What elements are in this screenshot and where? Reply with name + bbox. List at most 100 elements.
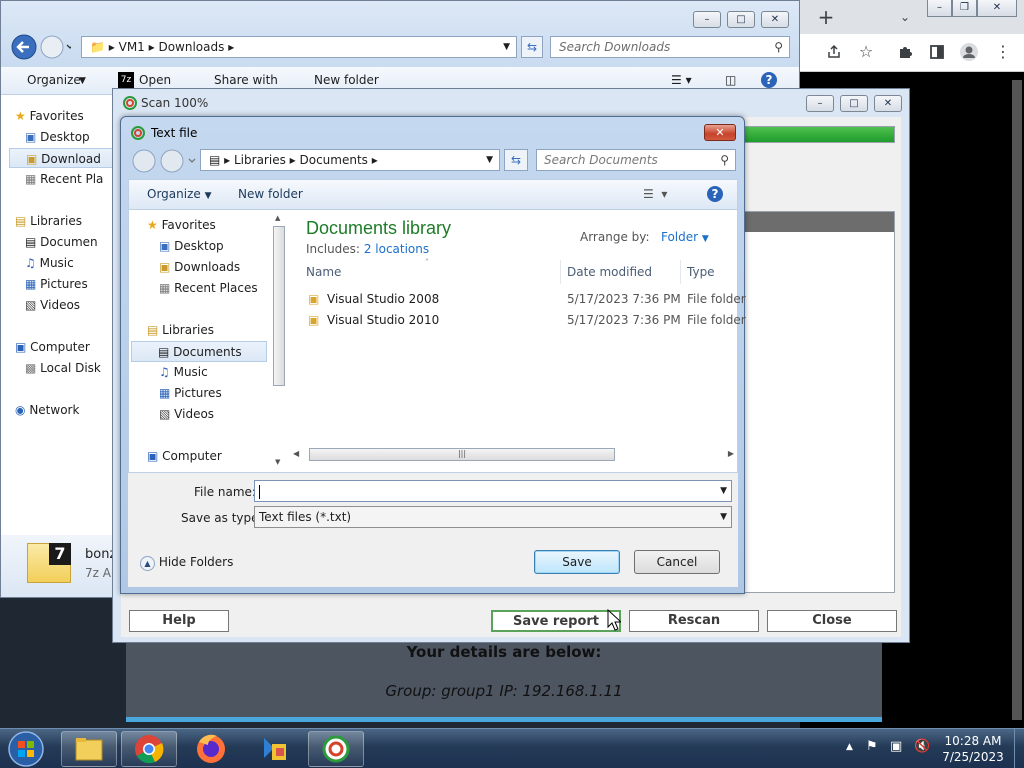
dialog-organize-button[interactable]: Organize ▼ — [147, 187, 212, 201]
nav-desktop[interactable]: ▣ Desktop — [25, 127, 90, 147]
bookmark-star-icon[interactable]: ☆ — [853, 39, 879, 65]
scroll-right-icon[interactable]: ▶ — [728, 449, 734, 458]
refresh-icon[interactable]: ⇆ — [504, 149, 528, 171]
chevron-down-icon[interactable]: ▼ — [720, 481, 727, 501]
tree-downloads[interactable]: ▣ Downloads — [159, 257, 240, 278]
nav-favorites[interactable]: ★ Favorites — [15, 106, 84, 126]
rescan-button[interactable]: Rescan — [629, 610, 759, 632]
file-list-hscrollbar[interactable]: ◀ ||| ▶ — [289, 446, 738, 463]
scan-close-button[interactable]: ✕ — [874, 95, 902, 112]
breadcrumb-documents[interactable]: Documents — [299, 153, 367, 167]
breadcrumb-vm1[interactable]: VM1 — [119, 40, 145, 54]
save-report-button[interactable]: Save report — [491, 610, 621, 632]
hscroll-thumb[interactable]: ||| — [309, 448, 615, 461]
tree-computer[interactable]: ▣ Computer — [147, 446, 222, 467]
search-icon[interactable]: ⚲ — [720, 150, 729, 170]
chrome-menu-icon[interactable]: ⋮ — [990, 39, 1016, 65]
tray-network-icon[interactable]: ▣ — [890, 739, 902, 754]
explorer-new-folder-button[interactable]: New folder — [314, 73, 379, 87]
column-date[interactable]: Date modified — [561, 260, 681, 284]
help-icon[interactable]: ? — [761, 72, 777, 88]
save-button[interactable]: Save — [534, 550, 620, 574]
nav-recent[interactable]: ▦ Recent Pla — [25, 169, 103, 189]
organize-button[interactable]: Organize — [27, 73, 81, 87]
explorer-search-input[interactable]: Search Downloads ⚲ — [550, 36, 790, 58]
taskbar-explorer-button[interactable] — [61, 731, 117, 767]
cancel-button[interactable]: Cancel — [634, 550, 720, 574]
chrome-scrollbar[interactable] — [1012, 80, 1022, 720]
arrange-value[interactable]: Folder — [661, 230, 698, 244]
back-forward-icon[interactable] — [11, 34, 71, 60]
explorer-breadcrumb[interactable]: 📁 ▸ VM1 ▸ Downloads ▸ ▼ — [81, 36, 517, 58]
explorer-close-button[interactable]: ✕ — [761, 11, 789, 28]
nav-pictures[interactable]: ▦ Pictures — [25, 274, 88, 294]
back-forward-icon[interactable] — [131, 148, 197, 174]
breadcrumb-downloads[interactable]: Downloads — [158, 40, 224, 54]
scan-close-text-button[interactable]: Close — [767, 610, 897, 632]
tab-search-chevron-icon[interactable]: ⌄ — [892, 4, 918, 30]
column-type[interactable]: Type — [681, 260, 738, 284]
tree-music[interactable]: ♫ Music — [159, 362, 208, 383]
tray-volume-muted-icon[interactable]: 🔇 — [914, 739, 930, 754]
tree-favorites[interactable]: ★ Favorites — [147, 215, 216, 236]
refresh-icon[interactable]: ⇆ — [521, 36, 543, 58]
chevron-down-icon[interactable]: ▼ — [486, 150, 493, 170]
search-icon[interactable]: ⚲ — [774, 37, 783, 57]
tree-desktop[interactable]: ▣ Desktop — [159, 236, 224, 257]
tree-documents[interactable]: ▤ Documents — [131, 341, 267, 362]
scroll-down-icon[interactable]: ▼ — [275, 458, 280, 466]
extensions-puzzle-icon[interactable] — [893, 39, 919, 65]
hide-folders-button[interactable]: ▲ Hide Folders — [140, 555, 233, 571]
nav-downloads[interactable]: ▣ Download — [9, 148, 113, 168]
share-with-button[interactable]: Share with — [214, 73, 278, 87]
view-options-icon[interactable]: ☰ ▾ — [643, 187, 667, 201]
start-button-icon[interactable] — [6, 730, 46, 768]
scroll-left-icon[interactable]: ◀ — [293, 449, 299, 458]
nav-documents[interactable]: ▤ Documen — [25, 232, 98, 252]
taskbar-app-button[interactable] — [245, 731, 301, 767]
nav-computer[interactable]: ▣ Computer — [15, 337, 90, 357]
tree-libraries[interactable]: ▤ Libraries — [147, 320, 214, 341]
new-tab-icon[interactable]: + — [813, 4, 839, 30]
profile-avatar-icon[interactable] — [956, 39, 982, 65]
file-row[interactable]: ▣ Visual Studio 2010 5/17/2023 7:36 PM F… — [289, 310, 746, 331]
nav-network[interactable]: ◉ Network — [15, 400, 79, 420]
column-name[interactable]: Name ˄ — [289, 258, 561, 284]
scroll-up-icon[interactable]: ▲ — [275, 214, 280, 222]
side-panel-icon[interactable] — [924, 39, 950, 65]
dialog-new-folder-button[interactable]: New folder — [238, 187, 303, 201]
taskbar-chrome-button[interactable] — [121, 731, 177, 767]
help-button[interactable]: Help — [129, 610, 229, 632]
nav-videos[interactable]: ▧ Videos — [25, 295, 80, 315]
chrome-minimize-button[interactable]: – — [927, 0, 952, 17]
filename-input[interactable]: ▼ — [254, 480, 732, 502]
tree-scroll-thumb[interactable] — [273, 226, 285, 386]
dialog-breadcrumb[interactable]: ▤ ▸ Libraries ▸ Documents ▸ ▼ — [200, 149, 500, 171]
file-row[interactable]: ▣ Visual Studio 2008 5/17/2023 7:36 PM F… — [289, 289, 746, 310]
taskbar-clock[interactable]: 10:28 AM 7/25/2023 — [938, 733, 1008, 765]
nav-libraries[interactable]: ▤ Libraries — [15, 211, 82, 231]
nav-local-disk[interactable]: ▩ Local Disk — [25, 358, 101, 378]
taskbar-firefox-button[interactable] — [183, 731, 239, 767]
tree-scrollbar[interactable]: ▲ ▼ — [271, 214, 287, 466]
breadcrumb-libraries[interactable]: Libraries — [234, 153, 286, 167]
show-desktop-button[interactable] — [1014, 729, 1024, 768]
tray-flag-icon[interactable]: ⚑ — [866, 739, 878, 754]
savetype-select[interactable]: Text files (*.txt) ▼ — [254, 506, 732, 528]
tray-expand-icon[interactable]: ▲ — [846, 742, 853, 752]
chrome-restore-button[interactable]: ❐ — [952, 0, 977, 17]
dialog-close-button[interactable]: ✕ — [704, 124, 736, 141]
view-icon[interactable]: ☰ ▾ — [671, 73, 692, 87]
tree-pictures[interactable]: ▦ Pictures — [159, 383, 222, 404]
tree-videos[interactable]: ▧ Videos — [159, 404, 214, 425]
taskbar-scan-button[interactable] — [308, 731, 364, 767]
chrome-close-button[interactable]: ✕ — [977, 0, 1017, 17]
open-button[interactable]: Open — [139, 73, 171, 87]
explorer-minimize-button[interactable]: – — [693, 11, 721, 28]
dialog-search-input[interactable]: Search Documents ⚲ — [536, 149, 736, 171]
share-icon[interactable] — [821, 39, 847, 65]
explorer-maximize-button[interactable]: □ — [727, 11, 755, 28]
scan-minimize-button[interactable]: – — [806, 95, 834, 112]
chevron-down-icon[interactable]: ▼ — [503, 37, 510, 57]
tree-recent[interactable]: ▦ Recent Places — [159, 278, 258, 299]
